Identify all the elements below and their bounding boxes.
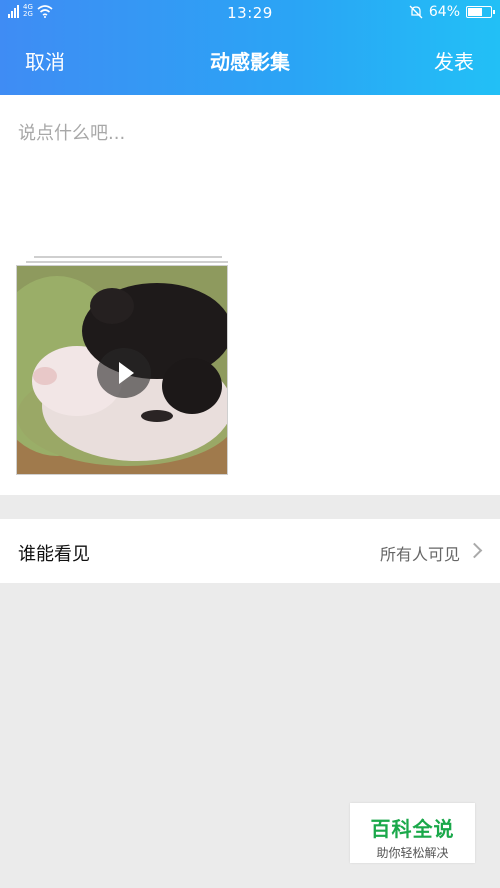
play-icon[interactable]: [97, 348, 151, 398]
watermark-sub: 助你轻松解决: [376, 846, 449, 860]
album-stack-line: [34, 256, 222, 258]
privacy-value: 所有人可见: [379, 545, 460, 564]
privacy-row[interactable]: 谁能看见 所有人可见: [0, 519, 500, 583]
post-button[interactable]: 发表: [434, 46, 474, 75]
compose-text-input[interactable]: 说点什么吧...: [18, 119, 125, 145]
watermark-logo: 百科全说 助你轻松解决: [350, 803, 475, 863]
battery-fill: [468, 8, 483, 16]
privacy-label: 谁能看见: [18, 544, 90, 565]
header: 4G 2G 13:29 64% 取消 动感影集 发表: [0, 0, 500, 95]
battery-text: 64%: [428, 4, 460, 20]
page-title: 动感影集: [210, 50, 290, 74]
video-thumbnail[interactable]: [16, 265, 228, 475]
alarm-off-icon: [409, 5, 423, 19]
watermark-main: 百科全说: [370, 817, 455, 841]
status-right: 64%: [409, 4, 495, 20]
battery-icon: [466, 6, 495, 18]
status-bar: 4G 2G 13:29 64%: [0, 0, 500, 26]
chevron-right-icon: [466, 542, 483, 559]
album-stack-line: [26, 261, 228, 263]
compose-area: 说点什么吧...: [0, 95, 500, 495]
